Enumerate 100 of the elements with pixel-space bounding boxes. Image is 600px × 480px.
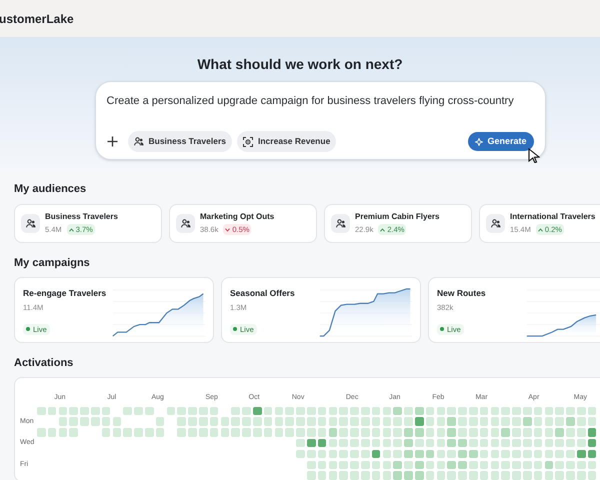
activity-cell xyxy=(577,406,586,415)
target-icon xyxy=(243,136,253,146)
activity-cell xyxy=(177,417,186,426)
activity-cell xyxy=(188,417,197,426)
activity-cell xyxy=(404,471,413,480)
activity-cell xyxy=(512,471,521,480)
activity-cell xyxy=(264,406,272,415)
activity-cell xyxy=(534,417,542,426)
activity-cell xyxy=(166,406,176,415)
activity-cell xyxy=(415,428,424,437)
activity-cell xyxy=(555,438,564,448)
activity-cell xyxy=(512,406,521,415)
activity-cell xyxy=(285,417,294,426)
activity-cell xyxy=(339,428,348,437)
activity-cell xyxy=(436,406,446,415)
activity-cell xyxy=(361,450,370,458)
activity-cell xyxy=(577,450,586,458)
activity-cell xyxy=(480,471,488,480)
activity-cell xyxy=(415,460,424,469)
activity-cell xyxy=(242,417,251,426)
activity-cell xyxy=(382,406,392,415)
section-heading: My audiences xyxy=(14,182,88,197)
section-heading: Activations xyxy=(14,356,74,371)
activity-cell xyxy=(231,417,240,426)
activity-cell xyxy=(145,428,154,437)
activity-cell xyxy=(361,406,370,415)
activity-cell xyxy=(296,406,305,415)
activity-cell xyxy=(339,471,348,480)
activity-cell xyxy=(501,417,510,426)
activity-cell xyxy=(328,471,338,480)
activity-cell xyxy=(307,438,316,448)
people-icon xyxy=(134,137,144,146)
activity-cell xyxy=(393,471,402,480)
activity-cell xyxy=(393,406,402,415)
activity-cell xyxy=(469,460,478,469)
activity-cell xyxy=(469,471,478,480)
activity-cell xyxy=(436,450,446,458)
campaign-name: New Routes xyxy=(437,287,487,300)
activity-cell xyxy=(566,438,575,448)
activity-cell xyxy=(523,428,532,437)
chip[interactable]: Increase Revenue xyxy=(237,131,336,152)
activity-cell xyxy=(372,428,380,437)
activity-cell xyxy=(415,438,424,448)
activity-cell xyxy=(350,438,359,448)
activity-cell xyxy=(447,438,456,448)
activity-cell xyxy=(458,428,467,437)
activity-cell xyxy=(426,450,434,458)
activity-cell xyxy=(523,438,532,448)
activity-cell xyxy=(447,417,456,426)
activity-cell xyxy=(393,438,402,448)
activity-cell xyxy=(490,460,500,469)
activity-cell xyxy=(480,428,488,437)
activity-cell xyxy=(534,450,542,458)
activity-cell xyxy=(415,417,424,426)
activity-cell xyxy=(458,417,467,426)
campaign-name: Seasonal Offers xyxy=(230,287,296,300)
activity-cell xyxy=(112,428,122,437)
activity-cell xyxy=(490,406,500,415)
activity-cell xyxy=(588,460,596,469)
prompt-input[interactable]: Create a personalized upgrade campaign for business travelers flying cross-country xyxy=(106,93,534,110)
activity-cell xyxy=(534,428,542,437)
activity-cell xyxy=(382,428,392,437)
activity-cell xyxy=(555,417,564,426)
activity-cell xyxy=(220,428,230,437)
activity-cell xyxy=(512,438,521,448)
activity-cell xyxy=(58,406,68,415)
activity-cell xyxy=(339,438,348,448)
activity-cell xyxy=(361,428,370,437)
activity-cell xyxy=(544,471,554,480)
activity-cell xyxy=(372,417,380,426)
chip[interactable]: Business Travelers xyxy=(128,131,232,152)
activity-cell xyxy=(177,428,186,437)
activity-cell xyxy=(285,406,294,415)
app-title: ustomerLake xyxy=(0,10,74,28)
activity-cell xyxy=(188,428,197,437)
activity-cell xyxy=(328,460,338,469)
activity-cell xyxy=(350,450,359,458)
activity-cell xyxy=(469,438,478,448)
activity-cell xyxy=(447,450,456,458)
activity-cell xyxy=(80,406,89,415)
activity-cell xyxy=(555,428,564,437)
generate-button[interactable]: Generate xyxy=(468,132,534,151)
add-icon[interactable] xyxy=(106,136,118,147)
audience-icon xyxy=(21,214,40,232)
activity-cell xyxy=(274,428,284,437)
activity-cell xyxy=(566,428,575,437)
activity-cell xyxy=(447,471,456,480)
activity-cell xyxy=(307,471,316,480)
activity-cell xyxy=(199,428,208,437)
activity-cell xyxy=(382,460,392,469)
activity-cell xyxy=(469,428,478,437)
activity-cell xyxy=(458,406,467,415)
activity-cell xyxy=(544,417,554,426)
activity-cell xyxy=(555,471,564,480)
activity-cell xyxy=(523,450,532,458)
activity-cell xyxy=(566,450,575,458)
activity-cell xyxy=(220,417,230,426)
activity-cell xyxy=(512,460,521,469)
activity-cell xyxy=(318,406,326,415)
activity-cell xyxy=(458,450,467,458)
